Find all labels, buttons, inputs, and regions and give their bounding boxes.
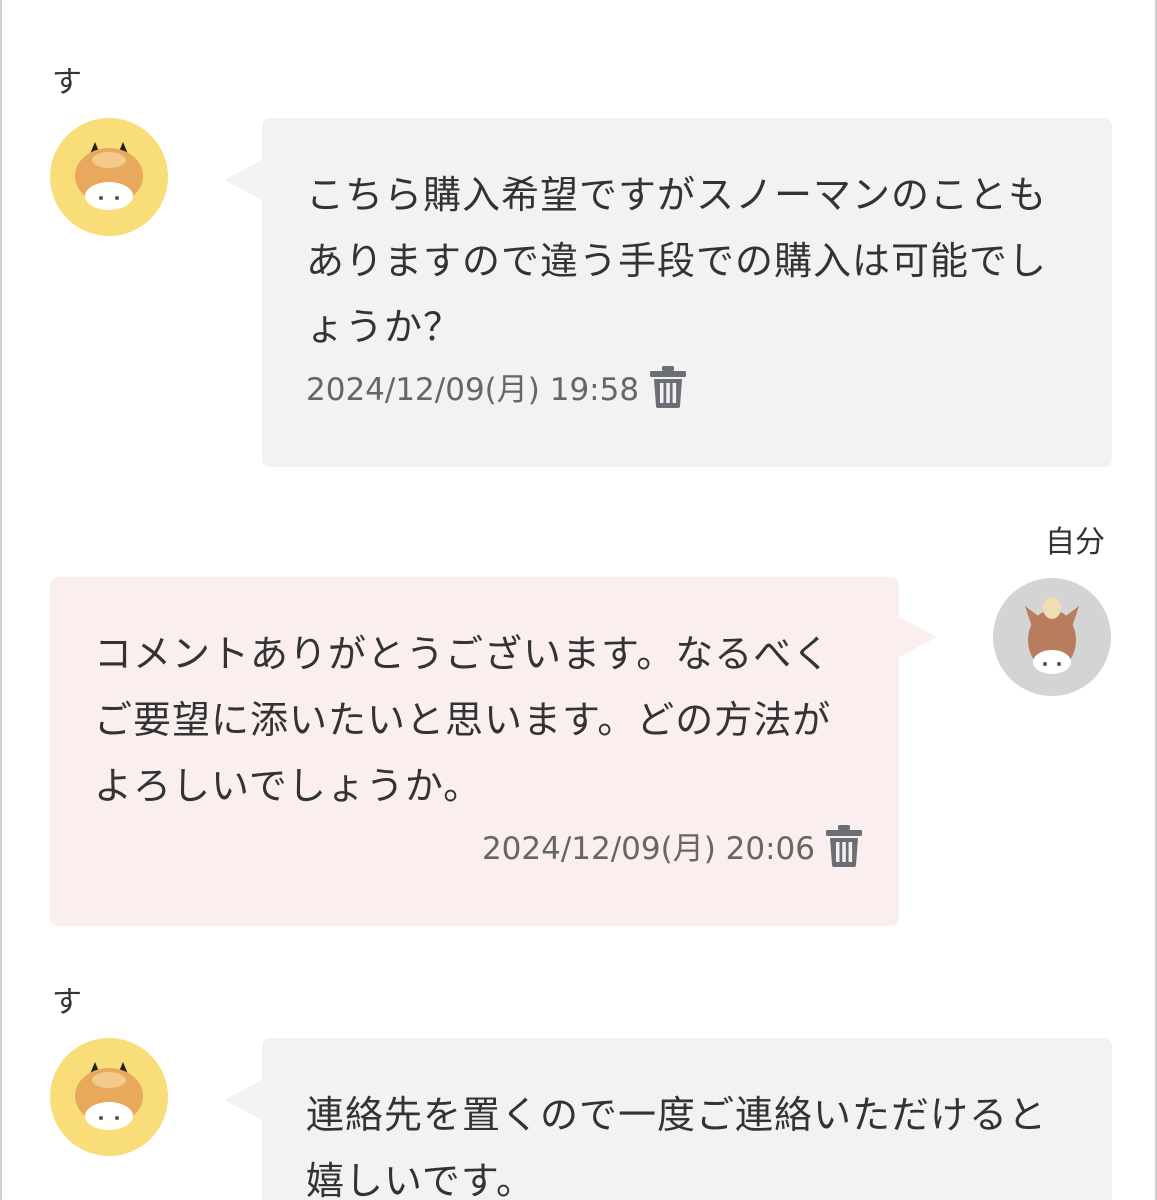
- message-thread: す こちら購入希望ですがスノーマンのこともありますので違う手段での購入は可能でし…: [0, 0, 1157, 1200]
- message-bubble: コメントありがとうございます。なるべくご要望に添いたいと思います。どの方法がよろ…: [50, 577, 937, 926]
- message-text: コメントありがとうございます。なるべくご要望に添いたいと思います。どの方法がよろ…: [94, 632, 832, 808]
- sender-name: す: [52, 985, 82, 1020]
- bubble-tail: [899, 617, 937, 657]
- cow-avatar-icon[interactable]: [50, 118, 168, 236]
- bubble-tail: [224, 160, 262, 200]
- sender-name: す: [52, 65, 82, 100]
- message-timestamp: 2024/12/09(月) 19:58: [306, 372, 640, 408]
- message-timestamp: 2024/12/09(月) 20:06: [481, 831, 815, 867]
- message-text: 連絡先を置くので一度ご連絡いただけると嬉しいです。: [306, 1093, 1048, 1200]
- message-meta: 2024/12/09(月) 19:58: [306, 364, 1072, 409]
- message-meta: 2024/12/09(月) 20:06: [94, 823, 863, 868]
- message-bubble: こちら購入希望ですがスノーマンのこともありますので違う手段での購入は可能でしょう…: [224, 118, 1112, 467]
- trash-icon[interactable]: [649, 365, 687, 408]
- sender-name: 自分: [1045, 525, 1105, 560]
- bubble-tail: [224, 1080, 262, 1120]
- trash-icon[interactable]: [825, 824, 863, 867]
- cow-avatar-icon[interactable]: [50, 1038, 168, 1156]
- message-bubble: 連絡先を置くので一度ご連絡いただけると嬉しいです。: [224, 1038, 1112, 1200]
- message-text: こちら購入希望ですがスノーマンのこともありますので違う手段での購入は可能でしょう…: [306, 173, 1048, 349]
- horse-avatar-icon[interactable]: [993, 578, 1111, 696]
